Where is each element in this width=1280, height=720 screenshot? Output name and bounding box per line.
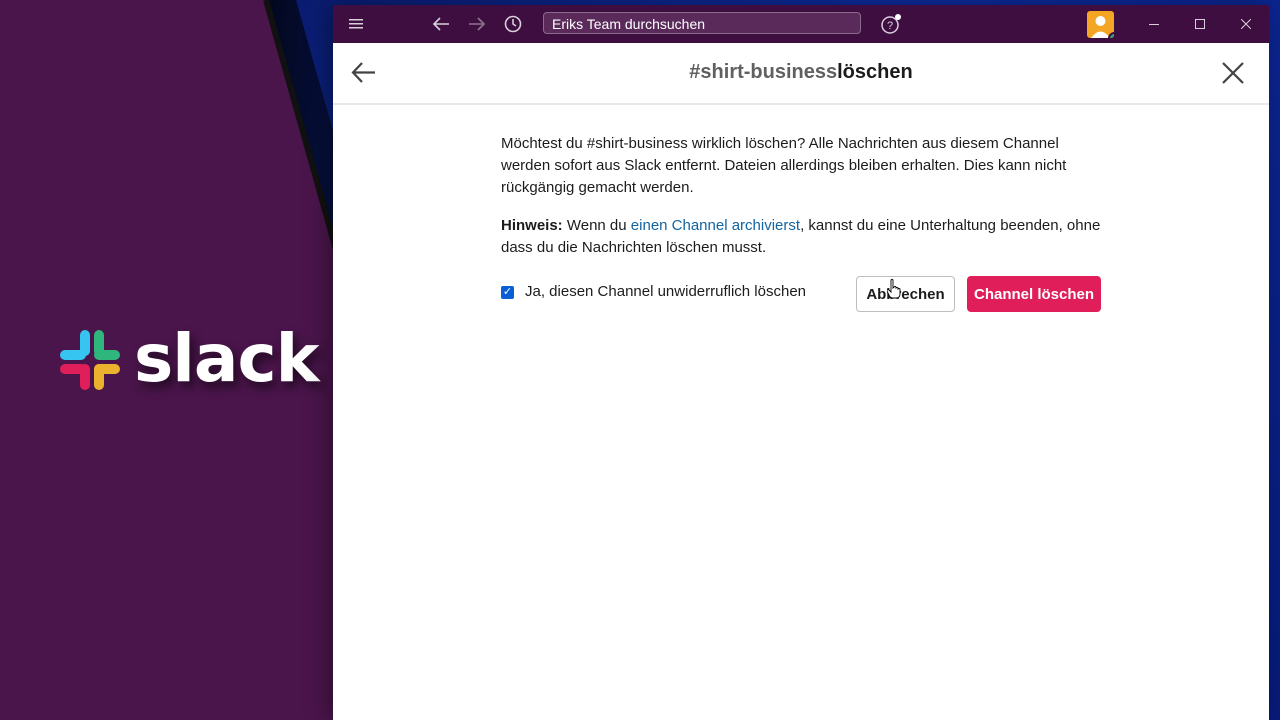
dialog-header: #shirt-businesslöschen xyxy=(333,43,1269,105)
page-title: #shirt-businesslöschen xyxy=(333,61,1269,84)
titlebar: Eriks Team durchsuchen ? xyxy=(333,5,1269,43)
confirm-row: ✓ Ja, diesen Channel unwiderruflich lösc… xyxy=(501,276,1101,316)
confirm-checkbox[interactable]: ✓ xyxy=(501,286,514,299)
minimize-icon[interactable] xyxy=(1144,14,1164,34)
arrow-right-icon[interactable] xyxy=(465,12,489,36)
hint-label: Hinweis: xyxy=(501,217,563,234)
hint-text: Hinweis: Wenn du einen Channel archivier… xyxy=(501,215,1101,259)
warning-text: Möchtest du #shirt-business wirklich lös… xyxy=(501,135,1067,196)
hint-before: Wenn du xyxy=(562,217,631,234)
slack-logo: slack xyxy=(58,320,319,397)
maximize-icon[interactable] xyxy=(1190,14,1210,34)
arrow-left-icon[interactable] xyxy=(429,12,453,36)
svg-text:?: ? xyxy=(887,20,893,32)
slack-hash-icon xyxy=(60,330,120,390)
delete-channel-button[interactable]: Channel löschen xyxy=(967,276,1101,312)
hand-cursor-icon xyxy=(887,279,901,299)
cancel-button[interactable]: Abbrechen xyxy=(856,276,955,312)
dialog-body: Möchtest du #shirt-business wirklich lös… xyxy=(501,133,1101,259)
close-icon[interactable] xyxy=(1219,59,1251,91)
confirm-checkbox-label[interactable]: Ja, diesen Channel unwiderruflich lösche… xyxy=(525,283,806,300)
slack-window: Eriks Team durchsuchen ? #shirt-business… xyxy=(333,5,1269,720)
close-window-icon[interactable] xyxy=(1236,14,1256,34)
archive-link[interactable]: einen Channel archivierst xyxy=(631,217,800,234)
search-input[interactable]: Eriks Team durchsuchen xyxy=(543,12,861,34)
title-action: löschen xyxy=(837,61,913,83)
slack-wordmark: slack xyxy=(134,320,319,397)
hamburger-icon[interactable] xyxy=(344,12,368,36)
avatar[interactable] xyxy=(1087,11,1114,38)
clock-icon[interactable] xyxy=(501,12,525,36)
help-icon[interactable]: ? xyxy=(879,12,903,36)
title-channel: #shirt-business xyxy=(689,61,838,83)
